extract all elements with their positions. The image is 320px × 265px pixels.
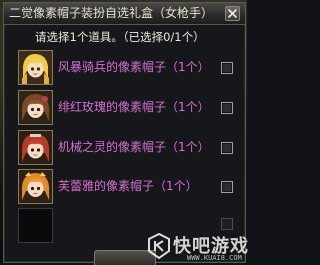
dialog-titlebar[interactable]: 二觉像素帽子装扮自选礼盒（女枪手） bbox=[4, 3, 245, 25]
orange-hair-girl-pixel-hat-icon bbox=[19, 170, 52, 203]
list-item[interactable]: 风暴骑兵的像素帽子（1个） bbox=[18, 50, 236, 85]
selection-prompt: 请选择1个道具。（已选择0/1个） bbox=[35, 30, 205, 44]
item-name: 芙蕾雅的像素帽子（1个） bbox=[58, 179, 198, 193]
item-checkbox[interactable] bbox=[221, 142, 233, 154]
blonde-girl-pixel-hat-icon bbox=[19, 51, 52, 84]
brown-hair-girl-pixel-hat-icon bbox=[19, 91, 52, 124]
item-slot[interactable] bbox=[18, 90, 53, 125]
item-slot[interactable] bbox=[18, 130, 53, 165]
item-checkbox[interactable] bbox=[221, 181, 233, 193]
empty-item-slot bbox=[18, 208, 53, 243]
item-name: 绯红玫瑰的像素帽子（1个） bbox=[58, 100, 210, 114]
close-icon bbox=[228, 9, 237, 18]
empty-checkbox bbox=[221, 218, 233, 230]
item-name: 风暴骑兵的像素帽子（1个） bbox=[58, 60, 210, 74]
item-checkbox[interactable] bbox=[221, 62, 233, 74]
list-item[interactable]: 绯红玫瑰的像素帽子（1个） bbox=[18, 90, 236, 125]
dialog-title: 二觉像素帽子装扮自选礼盒（女枪手） bbox=[9, 6, 214, 20]
item-checkbox[interactable] bbox=[221, 102, 233, 114]
list-item[interactable]: 机械之灵的像素帽子（1个） bbox=[18, 130, 236, 165]
list-item[interactable]: 芙蕾雅的像素帽子（1个） bbox=[18, 169, 236, 204]
item-name: 机械之灵的像素帽子（1个） bbox=[58, 140, 210, 154]
close-button[interactable] bbox=[225, 6, 240, 21]
gift-box-select-dialog: 二觉像素帽子装扮自选礼盒（女枪手） 请选择1个道具。（已选择0/1个） 风暴骑兵… bbox=[3, 2, 246, 265]
item-slot[interactable] bbox=[18, 169, 53, 204]
item-slot[interactable] bbox=[18, 50, 53, 85]
red-hair-girl-pixel-hat-icon bbox=[19, 131, 52, 164]
